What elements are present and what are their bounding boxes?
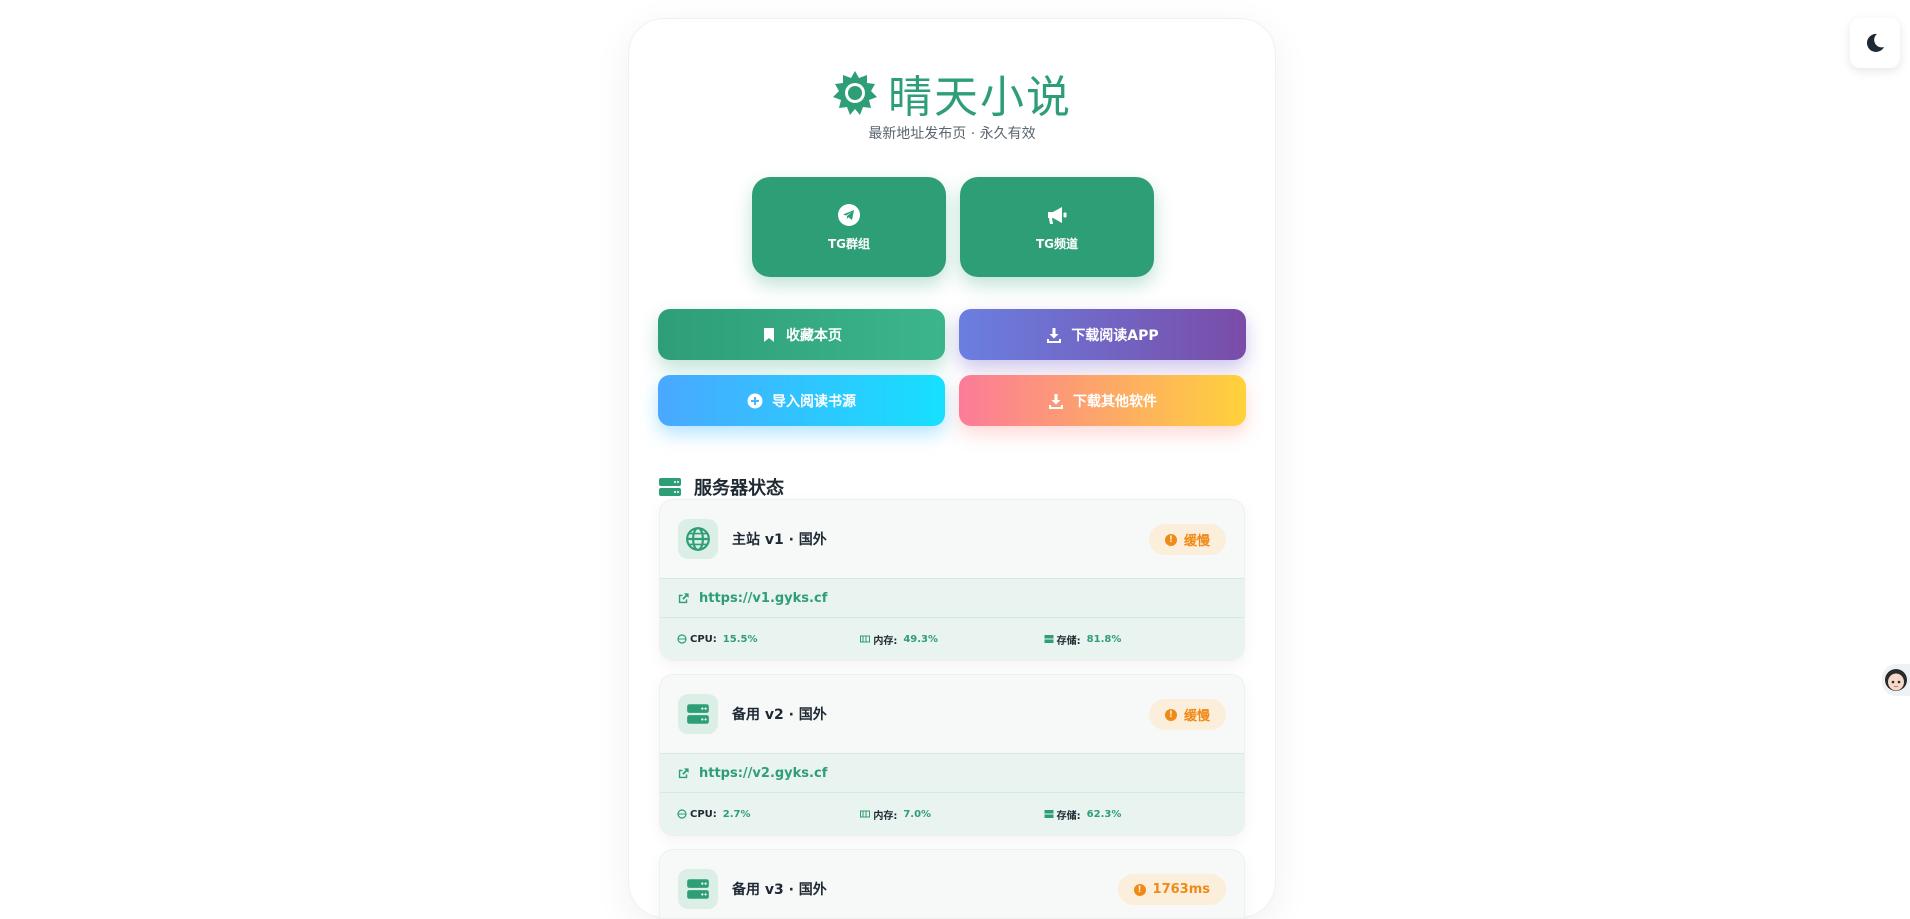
status-text: 缓慢 bbox=[1183, 709, 1210, 724]
avatar-icon bbox=[1885, 669, 1907, 691]
site-title: 晴天小说 bbox=[888, 72, 1072, 123]
server-status-heading: 服务器状态 bbox=[658, 474, 784, 500]
download-other-label: 下载其他软件 bbox=[1073, 393, 1157, 410]
external-link-icon bbox=[678, 767, 689, 778]
cpu-icon bbox=[677, 809, 687, 819]
globe-icon bbox=[686, 527, 710, 551]
memory-icon bbox=[860, 635, 871, 643]
server-header: 备用 v2 · 国外 ! 缓慢 bbox=[660, 675, 1244, 753]
tg-group-button[interactable]: TG群组 bbox=[752, 177, 946, 277]
theme-toggle-button[interactable] bbox=[1850, 18, 1900, 68]
server-icon-box bbox=[678, 694, 718, 734]
storage-value: 62.3% bbox=[1086, 808, 1122, 820]
sun-icon bbox=[833, 71, 877, 115]
telegram-icon bbox=[838, 203, 860, 226]
storage-icon bbox=[1044, 810, 1054, 818]
import-source-label: 导入阅读书源 bbox=[772, 393, 856, 410]
storage-stat: 存储: 62.3% bbox=[1044, 807, 1227, 822]
site-subtitle: 最新地址发布页 · 永久有效 bbox=[868, 126, 1036, 142]
server-card: 备用 v2 · 国外 ! 缓慢 https://v2.gyks.cf CPU: … bbox=[659, 674, 1245, 836]
server-icon bbox=[687, 879, 709, 899]
external-link-icon bbox=[678, 592, 689, 603]
cpu-stat: CPU: 2.7% bbox=[677, 809, 860, 820]
download-icon bbox=[1047, 327, 1062, 343]
download-icon bbox=[1049, 393, 1063, 409]
import-source-button[interactable]: 导入阅读书源 bbox=[658, 375, 945, 426]
memory-value: 7.0% bbox=[903, 808, 932, 820]
status-text: 1763ms bbox=[1152, 882, 1210, 897]
site-header: 晴天小说 bbox=[629, 61, 1275, 125]
server-url[interactable]: https://v1.gyks.cf bbox=[699, 591, 827, 606]
status-badge: ! 1763ms bbox=[1117, 874, 1226, 905]
server-icon bbox=[659, 478, 681, 496]
memory-label: 内存: bbox=[873, 635, 898, 647]
cpu-icon bbox=[677, 634, 687, 644]
cpu-label: CPU: bbox=[690, 633, 717, 645]
server-icon bbox=[687, 704, 709, 724]
tg-group-label: TG群组 bbox=[827, 236, 871, 251]
bookmark-icon bbox=[764, 327, 774, 342]
status-badge: ! 缓慢 bbox=[1148, 524, 1226, 555]
memory-icon bbox=[860, 810, 871, 818]
status-text: 缓慢 bbox=[1183, 534, 1210, 549]
server-status-title: 服务器状态 bbox=[694, 478, 784, 499]
memory-value: 49.3% bbox=[903, 633, 939, 645]
warning-icon: ! bbox=[1164, 708, 1177, 721]
storage-label: 存储: bbox=[1056, 810, 1081, 822]
server-card: 主站 v1 · 国外 ! 缓慢 https://v1.gyks.cf CPU: … bbox=[659, 499, 1245, 661]
server-header: 备用 v3 · 国外 ! 1763ms bbox=[660, 850, 1244, 918]
storage-value: 81.8% bbox=[1086, 633, 1122, 645]
warning-icon: ! bbox=[1164, 533, 1177, 546]
download-app-button[interactable]: 下载阅读APP bbox=[959, 309, 1246, 360]
cpu-value: 2.7% bbox=[722, 808, 751, 820]
server-name: 备用 v3 · 国外 bbox=[732, 882, 827, 898]
warning-icon: ! bbox=[1133, 883, 1146, 896]
cpu-value: 15.5% bbox=[722, 633, 758, 645]
server-name: 备用 v2 · 国外 bbox=[732, 707, 827, 723]
tg-channel-label: TG频道 bbox=[1035, 236, 1079, 251]
download-app-label: 下载阅读APP bbox=[1071, 327, 1159, 344]
cpu-label: CPU: bbox=[690, 808, 717, 820]
server-name: 主站 v1 · 国外 bbox=[732, 532, 827, 548]
cpu-stat: CPU: 15.5% bbox=[677, 634, 860, 645]
server-header: 主站 v1 · 国外 ! 缓慢 bbox=[660, 500, 1244, 578]
bookmark-page-label: 收藏本页 bbox=[786, 327, 842, 344]
moon-icon bbox=[1866, 33, 1884, 52]
server-stats: CPU: 2.7% 内存: 7.0% 存储: 62.3% bbox=[660, 793, 1244, 835]
storage-icon bbox=[1044, 635, 1054, 643]
memory-stat: 内存: 7.0% bbox=[860, 807, 1043, 822]
assistant-avatar[interactable] bbox=[1882, 664, 1910, 696]
main-card: 晴天小说 最新地址发布页 · 永久有效 TG群组 TG频道 收藏本页 下载阅读A… bbox=[628, 18, 1276, 919]
server-url[interactable]: https://v2.gyks.cf bbox=[699, 766, 827, 781]
server-card: 备用 v3 · 国外 ! 1763ms bbox=[659, 849, 1245, 919]
server-icon-box bbox=[678, 869, 718, 909]
megaphone-icon bbox=[1048, 206, 1067, 224]
status-badge: ! 缓慢 bbox=[1148, 699, 1226, 730]
bookmark-page-button[interactable]: 收藏本页 bbox=[658, 309, 945, 360]
action-buttons: 收藏本页 下载阅读APP 导入阅读书源 下载其他软件 bbox=[658, 309, 1246, 426]
memory-label: 内存: bbox=[873, 810, 898, 822]
storage-stat: 存储: 81.8% bbox=[1044, 632, 1227, 647]
server-link[interactable]: https://v1.gyks.cf bbox=[660, 578, 1244, 618]
server-link[interactable]: https://v2.gyks.cf bbox=[660, 753, 1244, 793]
tg-buttons: TG群组 TG频道 bbox=[752, 177, 1154, 277]
server-icon-box bbox=[678, 519, 718, 559]
tg-channel-button[interactable]: TG频道 bbox=[960, 177, 1154, 277]
memory-stat: 内存: 49.3% bbox=[860, 632, 1043, 647]
download-other-button[interactable]: 下载其他软件 bbox=[959, 375, 1246, 426]
server-stats: CPU: 15.5% 内存: 49.3% 存储: 81.8% bbox=[660, 618, 1244, 660]
storage-label: 存储: bbox=[1056, 635, 1081, 647]
plus-circle-icon bbox=[747, 393, 763, 408]
